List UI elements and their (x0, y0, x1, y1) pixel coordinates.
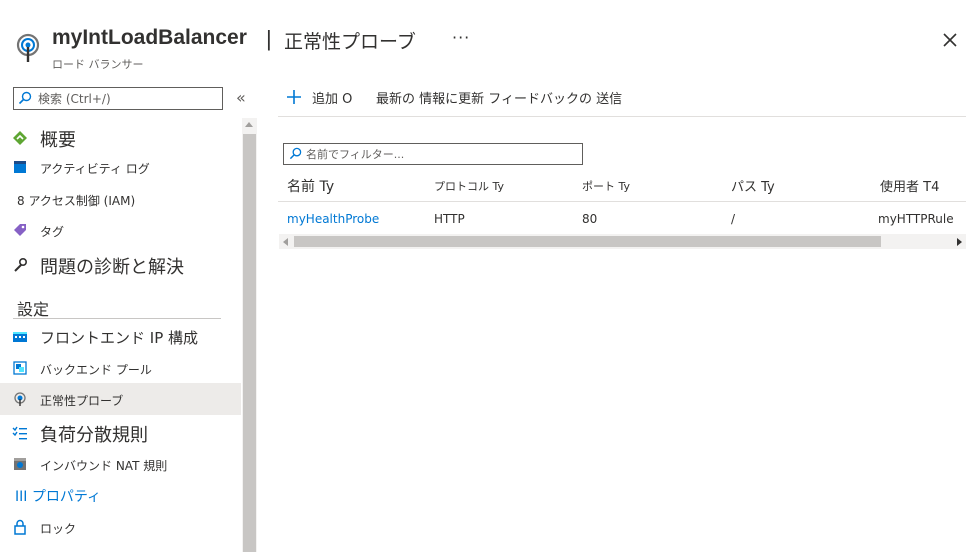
collapse-sidebar-button[interactable]: « (236, 88, 246, 107)
toolbar-divider (278, 116, 966, 117)
column-header-protocol[interactable]: プロトコル Ty (434, 178, 504, 194)
sidebar-item-properties[interactable]: III プロパティ (0, 480, 241, 510)
resource-title: myIntLoadBalancer (52, 26, 247, 49)
sidebar-item-tags[interactable]: タグ (0, 215, 241, 245)
sidebar-item-label: III プロパティ (15, 489, 101, 505)
sidebar-item-label: アクティビティ ログ (40, 162, 150, 176)
name-filter[interactable] (283, 143, 583, 165)
probe-protocol: HTTP (434, 212, 465, 226)
sidebar-item-label: フロントエンド IP 構成 (40, 329, 199, 347)
probe-name-link[interactable]: myHealthProbe (287, 212, 379, 226)
column-header-path[interactable]: パス Ty (731, 176, 775, 195)
sidebar-item-iam[interactable]: 8 アクセス制御 (IAM) (0, 184, 241, 214)
more-options-button[interactable]: ··· (452, 28, 470, 47)
name-filter-input[interactable] (306, 145, 576, 163)
lb-rules-icon (12, 426, 27, 440)
table-horizontal-scrollbar[interactable] (279, 234, 966, 249)
add-icon[interactable] (286, 89, 302, 105)
probe-used-by: myHTTPRule (878, 212, 954, 226)
scroll-left-arrow[interactable] (283, 238, 288, 246)
sidebar-item-health-probes[interactable]: 正常性プローブ (0, 383, 241, 415)
scrollbar-thumb[interactable] (243, 134, 256, 552)
column-header-name[interactable]: 名前 Ty (287, 176, 334, 196)
sidebar-item-inbound-nat[interactable]: インバウンド NAT 規則 (0, 449, 241, 479)
section-divider (13, 318, 221, 319)
sidebar-item-label: タグ (40, 225, 65, 239)
settings-section-header: 設定 (17, 300, 50, 319)
sidebar-search-input[interactable] (38, 89, 218, 108)
scroll-up-arrow[interactable] (245, 122, 253, 127)
sidebar-item-frontend-ip[interactable]: フロントエンド IP 構成 (0, 322, 241, 352)
sidebar-scrollbar[interactable] (242, 118, 257, 552)
column-header-used-by[interactable]: 使用者 T4 (880, 176, 939, 195)
sidebar-item-label: 8 アクセス制御 (IAM) (17, 194, 136, 208)
sidebar-item-label: インバウンド NAT 規則 (40, 459, 168, 473)
wrench-icon (14, 257, 28, 272)
sidebar-item-label: バックエンド プール (40, 363, 152, 377)
sidebar-item-lb-rules[interactable]: 負荷分散規則 (0, 418, 241, 448)
sidebar-item-label: 概要 (40, 130, 76, 151)
sidebar-item-label: 問題の診断と解決 (40, 257, 184, 278)
scroll-right-arrow[interactable] (957, 238, 962, 246)
sidebar-item-activity-log[interactable]: アクティビティ ログ (0, 152, 241, 182)
backend-pool-icon (13, 361, 27, 375)
search-icon (18, 91, 32, 105)
close-icon[interactable] (940, 30, 960, 50)
column-header-port[interactable]: ポート Ty (582, 178, 630, 194)
resource-type-subtitle: ロード バランサー (52, 58, 144, 71)
sidebar-item-diagnose[interactable]: 問題の診断と解決 (0, 250, 241, 280)
sidebar-search[interactable] (13, 87, 223, 110)
load-balancer-icon (16, 33, 40, 62)
sidebar-item-label: 負荷分散規則 (40, 425, 148, 446)
overview-icon (13, 131, 27, 145)
tag-icon (14, 224, 26, 236)
scrollbar-thumb[interactable] (294, 236, 881, 247)
frontend-ip-icon (13, 332, 27, 342)
lock-icon (14, 519, 26, 535)
inbound-nat-icon (14, 458, 26, 470)
sidebar-item-label: ロック (40, 522, 77, 536)
sidebar-item-locks[interactable]: ロック (0, 512, 241, 542)
header-divider (278, 201, 966, 202)
title-separator: | (266, 26, 272, 51)
probe-path: / (731, 212, 736, 226)
probe-port: 80 (582, 212, 598, 226)
sidebar-item-overview[interactable]: 概要 (0, 123, 241, 153)
health-probe-icon (14, 392, 26, 406)
sidebar-item-backend-pool[interactable]: バックエンド プール (0, 353, 241, 383)
add-button[interactable]: 追加 O (312, 88, 352, 107)
page-title: 正常性プローブ (284, 31, 416, 53)
refresh-feedback-button[interactable]: 最新の 情報に更新 フィードバックの 送信 (376, 88, 622, 107)
activity-log-icon (14, 161, 26, 173)
search-icon (289, 147, 302, 160)
sidebar-item-label: 正常性プローブ (40, 394, 124, 408)
